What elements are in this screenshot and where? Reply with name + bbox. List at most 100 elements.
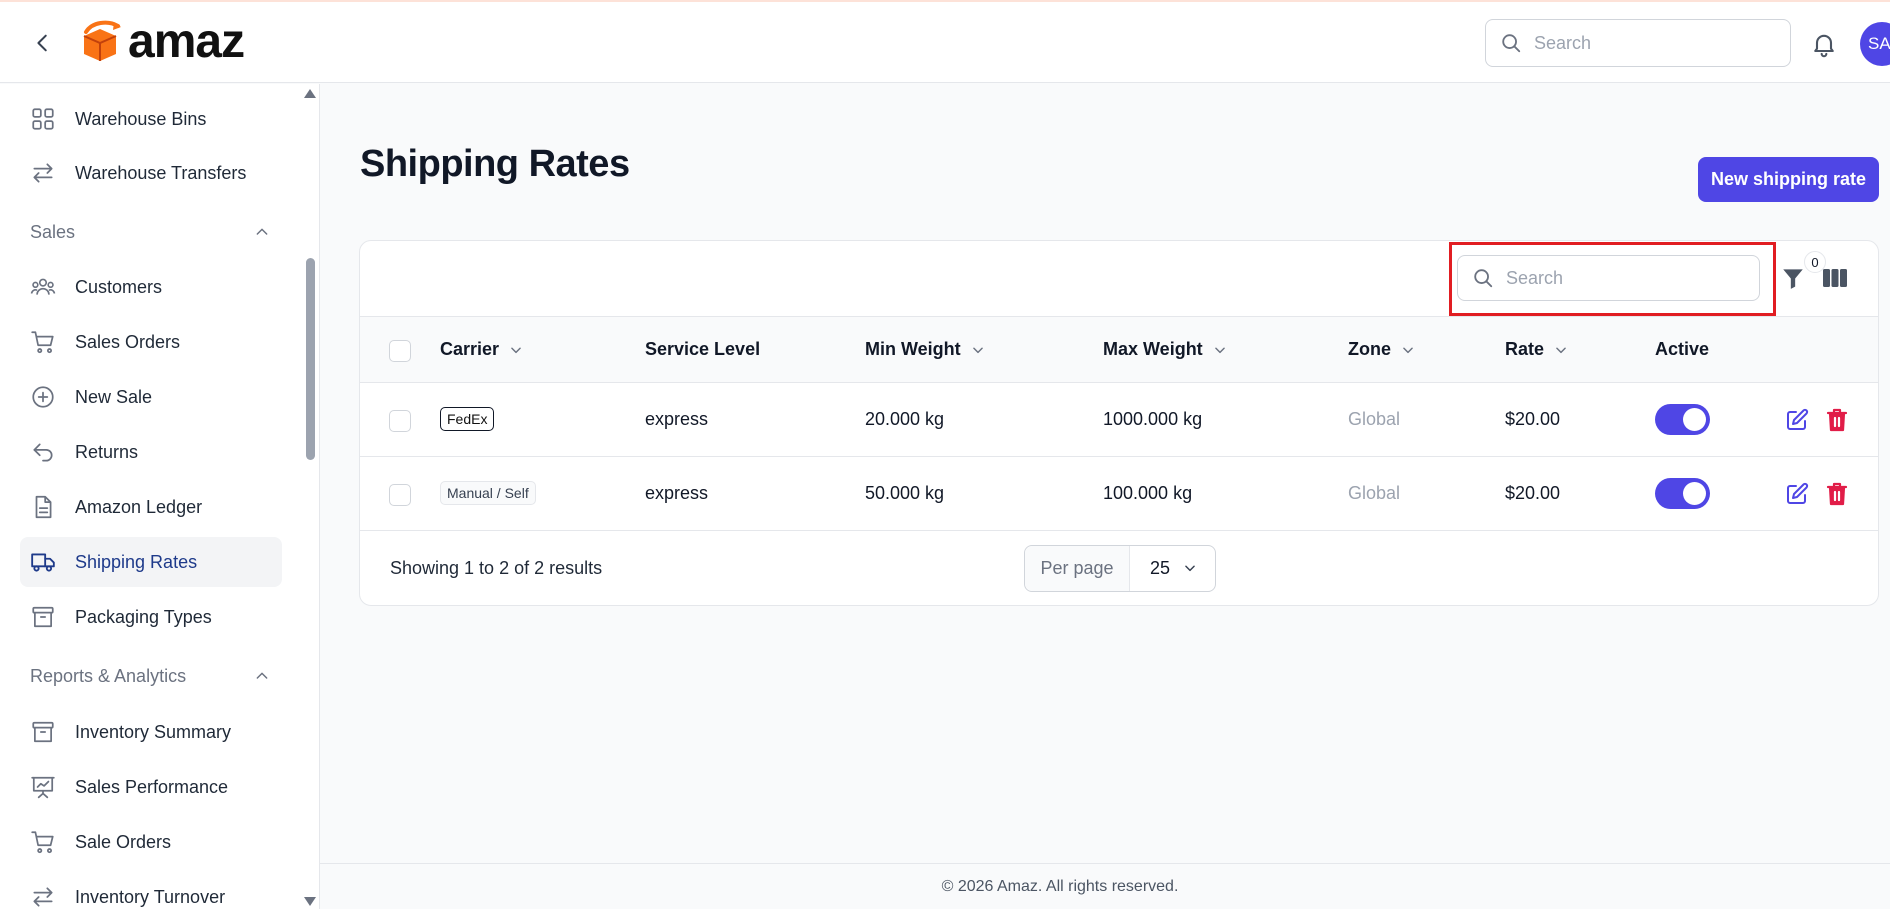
toggle-knob bbox=[1683, 482, 1706, 505]
chevron-down-icon bbox=[1214, 347, 1225, 353]
column-header-label: Active bbox=[1655, 339, 1710, 359]
sidebar-item-label: Shipping Rates bbox=[75, 551, 198, 572]
avatar[interactable]: SA bbox=[1860, 22, 1890, 66]
search-icon bbox=[1502, 34, 1521, 53]
logo-box-icon bbox=[83, 20, 121, 61]
column-header-label: Carrier bbox=[440, 339, 500, 359]
back-button[interactable] bbox=[28, 28, 58, 58]
sidebar-item-new-sale[interactable]: New Sale bbox=[20, 372, 282, 422]
sidebar-item-label: Sale Orders bbox=[75, 831, 172, 852]
document-icon bbox=[35, 495, 52, 519]
logo-text: amaz bbox=[128, 15, 245, 68]
row-checkbox[interactable] bbox=[389, 410, 411, 432]
sidebar-item-customers[interactable]: Customers bbox=[20, 262, 282, 312]
sidebar-item-sales-performance[interactable]: Sales Performance bbox=[20, 762, 282, 812]
results-summary: Showing 1 to 2 of 2 results bbox=[390, 558, 603, 578]
new-shipping-rate-button[interactable]: New shipping rate bbox=[1698, 157, 1879, 202]
toggle-knob bbox=[1683, 408, 1706, 431]
archive-box-icon bbox=[32, 721, 54, 743]
scroll-down-arrow-icon[interactable] bbox=[304, 897, 316, 906]
column-header-carrier[interactable]: Carrier bbox=[440, 339, 523, 360]
edit-icon[interactable] bbox=[1785, 482, 1809, 506]
trash-icon[interactable] bbox=[1825, 407, 1849, 433]
section-sales-toggle[interactable]: Sales bbox=[30, 217, 270, 247]
carrier-badge: Manual / Self bbox=[440, 481, 536, 505]
arrows-left-right-icon bbox=[33, 163, 53, 183]
arrows-left-right-icon bbox=[33, 887, 53, 907]
chevron-left-icon bbox=[37, 34, 47, 52]
presentation-chart-icon bbox=[31, 776, 55, 799]
sidebar-item-sale-orders[interactable]: Sale Orders bbox=[20, 817, 282, 867]
bell-icon[interactable] bbox=[1810, 30, 1838, 58]
sidebar-item-label: New Sale bbox=[75, 386, 153, 407]
rate-cell: $20.00 bbox=[1505, 409, 1561, 429]
min-weight-cell: 20.000 kg bbox=[865, 409, 945, 429]
rate-cell: $20.00 bbox=[1505, 483, 1561, 503]
sidebar-item-inventory-summary[interactable]: Inventory Summary bbox=[20, 707, 282, 757]
column-header-service-level: Service Level bbox=[645, 339, 760, 360]
global-search-input[interactable] bbox=[1534, 32, 1754, 54]
zone-cell: Global bbox=[1348, 483, 1401, 503]
min-weight-cell: 50.000 kg bbox=[865, 483, 945, 503]
chevron-down-icon bbox=[1185, 565, 1195, 572]
section-reports-toggle[interactable]: Reports & Analytics bbox=[30, 661, 270, 691]
global-search[interactable] bbox=[1485, 19, 1791, 67]
sidebar-item-packaging-types[interactable]: Packaging Types bbox=[20, 592, 282, 642]
sidebar-item-label: Sales Performance bbox=[75, 776, 229, 797]
sidebar-item-label: Customers bbox=[75, 276, 163, 297]
search-highlight-box bbox=[1449, 242, 1776, 316]
sidebar-item-label: Packaging Types bbox=[75, 606, 212, 627]
column-header-zone[interactable]: Zone bbox=[1348, 339, 1415, 360]
users-icon bbox=[30, 278, 56, 295]
edit-icon[interactable] bbox=[1785, 408, 1809, 432]
sidebar-item-label: Amazon Ledger bbox=[75, 496, 203, 517]
sidebar-item-label: Warehouse Bins bbox=[75, 108, 207, 129]
truck-icon bbox=[31, 553, 55, 572]
sidebar-item-shipping-rates[interactable]: Shipping Rates bbox=[20, 537, 282, 587]
columns-icon[interactable] bbox=[1822, 266, 1848, 290]
sidebar-item-sales-orders[interactable]: Sales Orders bbox=[20, 317, 282, 367]
column-header-label: Min Weight bbox=[865, 339, 961, 359]
column-header-max-weight[interactable]: Max Weight bbox=[1103, 339, 1227, 360]
chevron-up-icon bbox=[256, 228, 268, 235]
sidebar-item-label: Inventory Turnover bbox=[75, 886, 226, 907]
column-header-label: Zone bbox=[1348, 339, 1391, 359]
sidebar-scrollbar[interactable] bbox=[302, 84, 318, 909]
section-reports-label: Reports & Analytics bbox=[30, 665, 187, 686]
logo[interactable]: amaz bbox=[78, 15, 245, 68]
per-page-select[interactable]: Per page 25 bbox=[1024, 545, 1216, 592]
chevron-down-icon bbox=[1403, 347, 1413, 353]
table-row: FedEx express 20.000 kg 1000.000 kg Glob… bbox=[360, 383, 1878, 457]
sidebar-item-warehouse-bins[interactable]: Warehouse Bins bbox=[20, 94, 282, 144]
sidebar-item-returns[interactable]: Returns bbox=[20, 427, 282, 477]
max-weight-cell: 100.000 kg bbox=[1103, 483, 1193, 503]
per-page-value: 25 bbox=[1150, 558, 1171, 578]
table-header: Carrier Service Level Min Weight Max Wei… bbox=[360, 316, 1878, 383]
sidebar-item-warehouse-transfers[interactable]: Warehouse Transfers bbox=[20, 148, 282, 198]
chevron-down-icon bbox=[972, 347, 983, 353]
chevron-up-icon bbox=[256, 672, 268, 679]
sidebar-item-label: Returns bbox=[75, 441, 139, 462]
row-checkbox[interactable] bbox=[389, 484, 411, 506]
filter-icon[interactable] bbox=[1780, 265, 1806, 291]
cart-icon bbox=[31, 331, 54, 354]
active-toggle[interactable] bbox=[1655, 404, 1710, 435]
sidebar-item-inventory-turnover[interactable]: Inventory Turnover bbox=[20, 872, 282, 909]
sidebar-scroll-thumb[interactable] bbox=[306, 258, 315, 460]
page-title: Shipping Rates bbox=[360, 143, 630, 185]
column-header-rate[interactable]: Rate bbox=[1505, 339, 1568, 360]
service-level-cell: express bbox=[645, 409, 709, 429]
trash-icon[interactable] bbox=[1825, 481, 1849, 507]
active-toggle[interactable] bbox=[1655, 478, 1710, 509]
select-all-checkbox[interactable] bbox=[389, 340, 411, 362]
column-header-active: Active bbox=[1655, 339, 1709, 360]
grid-icon bbox=[32, 108, 54, 130]
return-arrow-icon bbox=[33, 443, 53, 462]
sidebar-item-amazon-ledger[interactable]: Amazon Ledger bbox=[20, 482, 282, 532]
section-sales-label: Sales bbox=[30, 221, 76, 242]
sidebar-item-label: Sales Orders bbox=[75, 331, 181, 352]
zone-cell: Global bbox=[1348, 409, 1401, 429]
scroll-up-arrow-icon[interactable] bbox=[304, 89, 316, 98]
top-bar: amaz SA bbox=[0, 2, 1890, 83]
column-header-min-weight[interactable]: Min Weight bbox=[865, 339, 985, 360]
